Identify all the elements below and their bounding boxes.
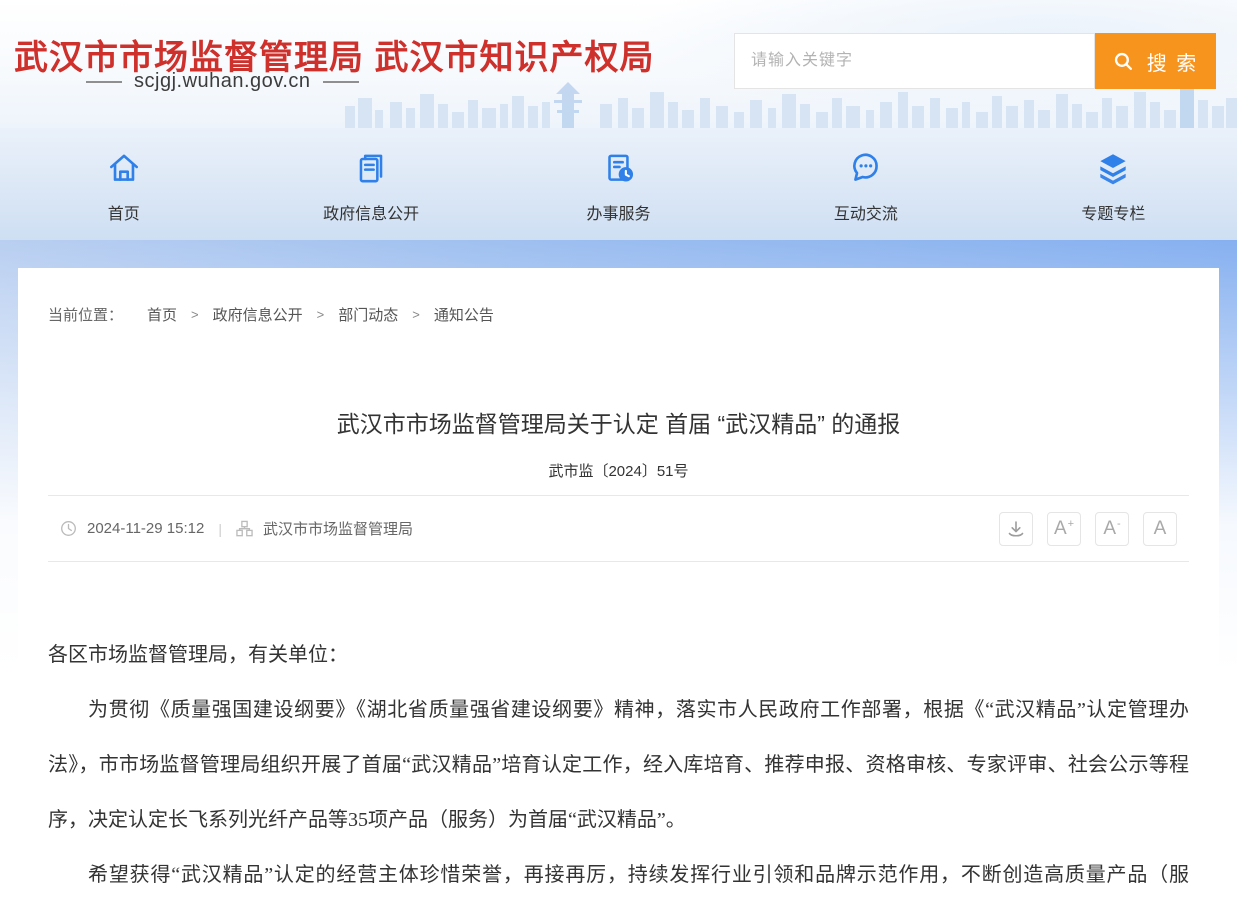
article-meta-bar: 2024-11-29 15:12 | 武汉市市场监督管理局 A+ A- bbox=[48, 495, 1189, 562]
domain-dash-left bbox=[86, 81, 122, 83]
font-reset-label: A bbox=[1154, 519, 1167, 538]
site-domain: scjgj.wuhan.gov.cn bbox=[86, 70, 359, 93]
site-header: 武汉市市场监督管理局 武汉市知识产权局 scjgj.wuhan.gov.cn 搜… bbox=[0, 0, 1237, 128]
paragraph-main: 为贯彻《质量强国建设纲要》《湖北省质量强省建设纲要》精神，落实市人民政府工作部署… bbox=[48, 683, 1189, 848]
main-nav: 首页 政府信息公开 办事服务 互动交流 专题 bbox=[0, 128, 1237, 240]
meta-divider: | bbox=[218, 521, 222, 537]
site-domain-text: scjgj.wuhan.gov.cn bbox=[134, 70, 311, 93]
article-toolbar: A+ A- A bbox=[999, 512, 1177, 546]
home-icon bbox=[105, 149, 143, 187]
breadcrumb-prefix: 当前位置： bbox=[48, 304, 123, 325]
font-increase-label: A bbox=[1054, 519, 1067, 538]
nav-item-services[interactable]: 办事服务 bbox=[495, 128, 742, 240]
download-button[interactable] bbox=[999, 512, 1033, 546]
nav-label: 政府信息公开 bbox=[323, 200, 419, 224]
breadcrumb-item-dept-news[interactable]: 部门动态 bbox=[338, 304, 398, 325]
article-meta: 2024-11-29 15:12 | 武汉市市场监督管理局 bbox=[60, 518, 413, 539]
paragraph-closing: 希望获得“武汉精品”认定的经营主体珍惜荣誉，再接再厉，持续发挥行业引领和品牌示范… bbox=[48, 848, 1189, 915]
nav-item-special-topics[interactable]: 专题专栏 bbox=[990, 128, 1237, 240]
font-increase-button[interactable]: A+ bbox=[1047, 512, 1081, 546]
clock-icon bbox=[60, 520, 77, 537]
page-background: 当前位置： 首页 > 政府信息公开 > 部门动态 > 通知公告 武汉市市场监督管… bbox=[0, 240, 1237, 915]
service-icon bbox=[600, 149, 638, 187]
font-reset-button[interactable]: A bbox=[1143, 512, 1177, 546]
search-icon bbox=[1113, 51, 1134, 72]
breadcrumb-item-home[interactable]: 首页 bbox=[147, 304, 177, 325]
layers-icon bbox=[1094, 149, 1132, 187]
font-decrease-sup: - bbox=[1117, 519, 1121, 530]
breadcrumb-item-gov-info[interactable]: 政府信息公开 bbox=[213, 304, 303, 325]
nav-label: 首页 bbox=[108, 200, 140, 224]
article-source: 武汉市市场监督管理局 bbox=[263, 518, 413, 539]
nav-label: 办事服务 bbox=[587, 200, 651, 224]
search-button[interactable]: 搜 索 bbox=[1095, 33, 1216, 89]
domain-dash-right bbox=[323, 81, 359, 83]
article-title: 武汉市市场监督管理局关于认定 首届 “武汉精品” 的通报 bbox=[48, 405, 1189, 439]
document-number: 武市监〔2024〕51号 bbox=[48, 460, 1189, 481]
search-button-label: 搜 索 bbox=[1147, 47, 1199, 76]
nav-item-gov-info[interactable]: 政府信息公开 bbox=[247, 128, 494, 240]
publish-time: 2024-11-29 15:12 bbox=[87, 520, 204, 537]
breadcrumb-separator: > bbox=[317, 307, 325, 322]
breadcrumb-item-notices[interactable]: 通知公告 bbox=[434, 304, 494, 325]
nav-item-home[interactable]: 首页 bbox=[0, 128, 247, 240]
chat-icon bbox=[847, 149, 885, 187]
font-decrease-button[interactable]: A- bbox=[1095, 512, 1129, 546]
gov-info-icon bbox=[352, 149, 390, 187]
source-org-icon bbox=[236, 520, 253, 537]
article-body: 各区市场监督管理局，有关单位： 为贯彻《质量强国建设纲要》《湖北省质量强省建设纲… bbox=[48, 628, 1189, 915]
paragraph-salutation: 各区市场监督管理局，有关单位： bbox=[48, 628, 1189, 683]
nav-label: 互动交流 bbox=[834, 200, 898, 224]
breadcrumb-separator: > bbox=[412, 307, 420, 322]
font-increase-sup: + bbox=[1068, 519, 1074, 530]
download-icon bbox=[1006, 519, 1026, 539]
breadcrumb-separator: > bbox=[191, 307, 199, 322]
breadcrumb: 当前位置： 首页 > 政府信息公开 > 部门动态 > 通知公告 bbox=[48, 304, 1189, 325]
nav-item-interaction[interactable]: 互动交流 bbox=[742, 128, 989, 240]
search-input[interactable] bbox=[734, 33, 1095, 89]
site-search: 搜 索 bbox=[734, 33, 1216, 89]
nav-label: 专题专栏 bbox=[1081, 200, 1145, 224]
font-decrease-label: A bbox=[1103, 519, 1116, 538]
content-card: 当前位置： 首页 > 政府信息公开 > 部门动态 > 通知公告 武汉市市场监督管… bbox=[18, 268, 1219, 915]
